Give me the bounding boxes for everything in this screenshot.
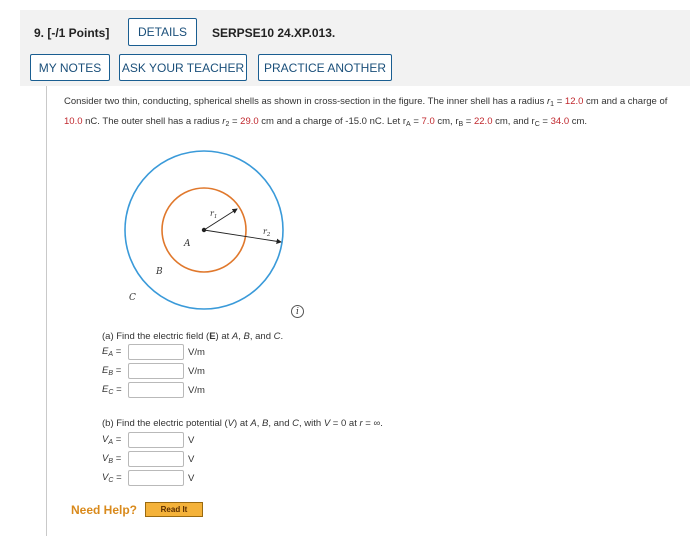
- problem-statement: Consider two thin, conducting, spherical…: [64, 96, 668, 128]
- unit-label: V: [188, 434, 195, 446]
- label-A: A: [183, 239, 191, 249]
- VB-input[interactable]: [128, 451, 184, 467]
- shells-figure: r1 r2 A B C: [124, 150, 284, 310]
- VA-input[interactable]: [128, 432, 184, 448]
- r1-label: r1: [210, 209, 217, 220]
- r2-label: r2: [263, 227, 271, 238]
- answer-row-VB: VB = V: [102, 451, 194, 467]
- unit-label: V/m: [188, 365, 205, 377]
- label-C: C: [129, 293, 136, 303]
- unit-label: V/m: [188, 346, 205, 358]
- practice-another-button[interactable]: PRACTICE ANOTHER: [258, 54, 392, 81]
- answer-label: EC =: [102, 384, 122, 396]
- answer-row-EC: EC = V/m: [102, 382, 205, 398]
- EA-input[interactable]: [128, 344, 184, 360]
- r2-value: 29.0: [240, 116, 259, 127]
- r1-value: 12.0: [564, 96, 584, 107]
- answer-label: EA =: [102, 346, 122, 358]
- answer-row-VA: VA = V: [102, 432, 194, 448]
- rA-value: 7.0: [421, 116, 435, 127]
- answer-label: EB =: [102, 365, 122, 377]
- question-number: 9. [-/1 Points]: [34, 26, 110, 40]
- answer-row-EA: EA = V/m: [102, 344, 205, 360]
- part-a-prompt: (a) Find the electric field (E) at A, B,…: [102, 331, 284, 342]
- answer-label: VA =: [102, 434, 122, 446]
- part-b-prompt: (b) Find the electric potential (V) at A…: [102, 418, 383, 429]
- unit-label: V: [188, 453, 195, 465]
- details-button[interactable]: DETAILS: [128, 18, 197, 46]
- answer-label: VB =: [102, 453, 122, 465]
- info-icon[interactable]: i: [291, 305, 304, 318]
- course-code: SERPSE10 24.XP.013.: [212, 26, 336, 40]
- answer-label: VC =: [102, 472, 122, 484]
- rB-value: 22.0: [473, 116, 493, 127]
- ask-teacher-button[interactable]: ASK YOUR TEACHER: [119, 54, 247, 81]
- unit-label: V: [188, 472, 195, 484]
- q1-value: 10.0: [64, 116, 83, 127]
- unit-label: V/m: [188, 384, 205, 396]
- label-B: B: [155, 267, 163, 277]
- EC-input[interactable]: [128, 382, 184, 398]
- answer-row-VC: VC = V: [102, 470, 194, 486]
- EB-input[interactable]: [128, 363, 184, 379]
- VC-input[interactable]: [128, 470, 184, 486]
- my-notes-button[interactable]: MY NOTES: [30, 54, 110, 81]
- r1-arrow: [203, 208, 238, 231]
- answer-row-EB: EB = V/m: [102, 363, 205, 379]
- rC-value: 34.0: [550, 116, 570, 127]
- need-help-label: Need Help?: [71, 503, 138, 517]
- read-it-button[interactable]: Read It: [145, 502, 203, 517]
